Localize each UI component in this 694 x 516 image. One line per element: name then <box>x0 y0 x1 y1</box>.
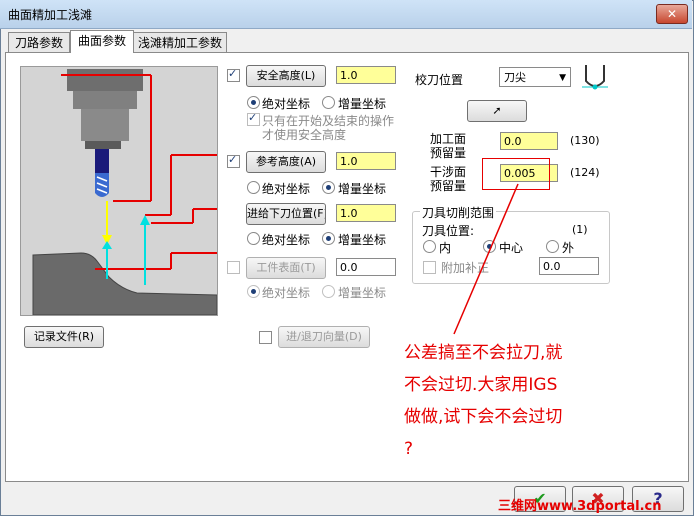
feed-incremental-label: 增量坐标 <box>338 233 387 247</box>
tool-tip-icon <box>580 63 610 91</box>
extra-offset-checkbox[interactable] <box>423 261 436 274</box>
extra-offset-input[interactable]: 0.0 <box>539 257 599 275</box>
stock-absolute-radio[interactable] <box>247 285 260 298</box>
title-bar: 曲面精加工浅滩 <box>0 0 692 29</box>
reference-incremental-label: 增量坐标 <box>338 182 387 196</box>
record-file-button[interactable]: 记录文件(R) <box>24 326 104 348</box>
feed-plane-input[interactable]: 1.0 <box>336 204 396 222</box>
entry-exit-button[interactable]: 进/退刀向量(D) <box>278 326 370 348</box>
tab-shallow-finish-params[interactable]: 浅滩精加工参数 <box>133 32 227 53</box>
feed-incremental-radio[interactable] <box>322 232 335 245</box>
tool-inside-radio[interactable] <box>423 240 436 253</box>
annotation-pointer <box>453 183 519 335</box>
drive-stock-label-2: 预留量 <box>430 146 467 160</box>
chevron-down-icon: ▼ <box>559 73 566 83</box>
safety-incremental-radio[interactable] <box>322 96 335 109</box>
annotation-line-2: 不会过切.大家用IGS <box>404 375 558 395</box>
safety-absolute-radio[interactable] <box>247 96 260 109</box>
safety-height-input[interactable]: 1.0 <box>336 66 396 84</box>
tab-surface-params[interactable]: 曲面参数 <box>70 30 134 53</box>
reference-height-input[interactable]: 1.0 <box>336 152 396 170</box>
window-title: 曲面精加工浅滩 <box>8 8 93 22</box>
reference-height-checkbox[interactable] <box>227 153 240 168</box>
stock-incremental-label: 增量坐标 <box>338 286 387 300</box>
tool-position-select[interactable]: 刀尖 ▼ <box>499 67 571 87</box>
reference-absolute-label: 绝对坐标 <box>262 182 311 196</box>
tool-outside-radio[interactable] <box>546 240 559 253</box>
tab-toolpath-params[interactable]: 刀路参数 <box>8 32 70 53</box>
stock-surface-input[interactable]: 0.0 <box>336 258 396 276</box>
drive-surface-count: (130) <box>570 134 600 147</box>
reference-incremental-radio[interactable] <box>322 181 335 194</box>
watermark: 三维网www.3dportal.cn <box>498 499 662 514</box>
check-surface-count: (124) <box>570 166 600 179</box>
annotation-line-4: ? <box>404 439 414 459</box>
safety-only-start-end-label-2: 才使用安全高度 <box>262 128 347 142</box>
safety-height-button[interactable]: 安全高度(L) <box>246 65 326 87</box>
stock-surface-button[interactable]: 工件表面(T) <box>246 257 326 279</box>
safety-only-start-end-checkbox[interactable] <box>247 111 260 126</box>
select-point-button[interactable]: ➚ <box>467 100 527 122</box>
stock-incremental-radio[interactable] <box>322 285 335 298</box>
tool-location-count: (1) <box>572 223 588 236</box>
reference-height-button[interactable]: 参考高度(A) <box>246 151 326 173</box>
annotation-line-1: 公差搞至不会拉刀,就 <box>404 343 563 363</box>
cursor-arrow-icon: ➚ <box>492 104 502 117</box>
tool-height-illustration <box>20 66 218 316</box>
tool-position-value: 刀尖 <box>504 71 526 84</box>
feed-plane-button[interactable]: 进给下刀位置(F) <box>246 203 326 225</box>
safety-absolute-label: 绝对坐标 <box>262 97 311 111</box>
feed-absolute-label: 绝对坐标 <box>262 233 311 247</box>
stock-absolute-label: 绝对坐标 <box>262 286 311 300</box>
reference-absolute-radio[interactable] <box>247 181 260 194</box>
drive-stock-input[interactable]: 0.0 <box>500 132 558 150</box>
stock-surface-checkbox[interactable] <box>227 261 240 274</box>
entry-exit-checkbox[interactable] <box>259 331 272 344</box>
tool-position-label: 校刀位置 <box>415 73 464 87</box>
tool-outside-label: 外 <box>562 241 575 255</box>
annotation-line-3: 做做,试下会不会过切 <box>404 407 563 427</box>
feed-absolute-radio[interactable] <box>247 232 260 245</box>
safety-height-checkbox[interactable] <box>227 67 240 82</box>
close-button[interactable]: ✕ <box>656 4 688 24</box>
safety-incremental-label: 增量坐标 <box>338 97 387 111</box>
